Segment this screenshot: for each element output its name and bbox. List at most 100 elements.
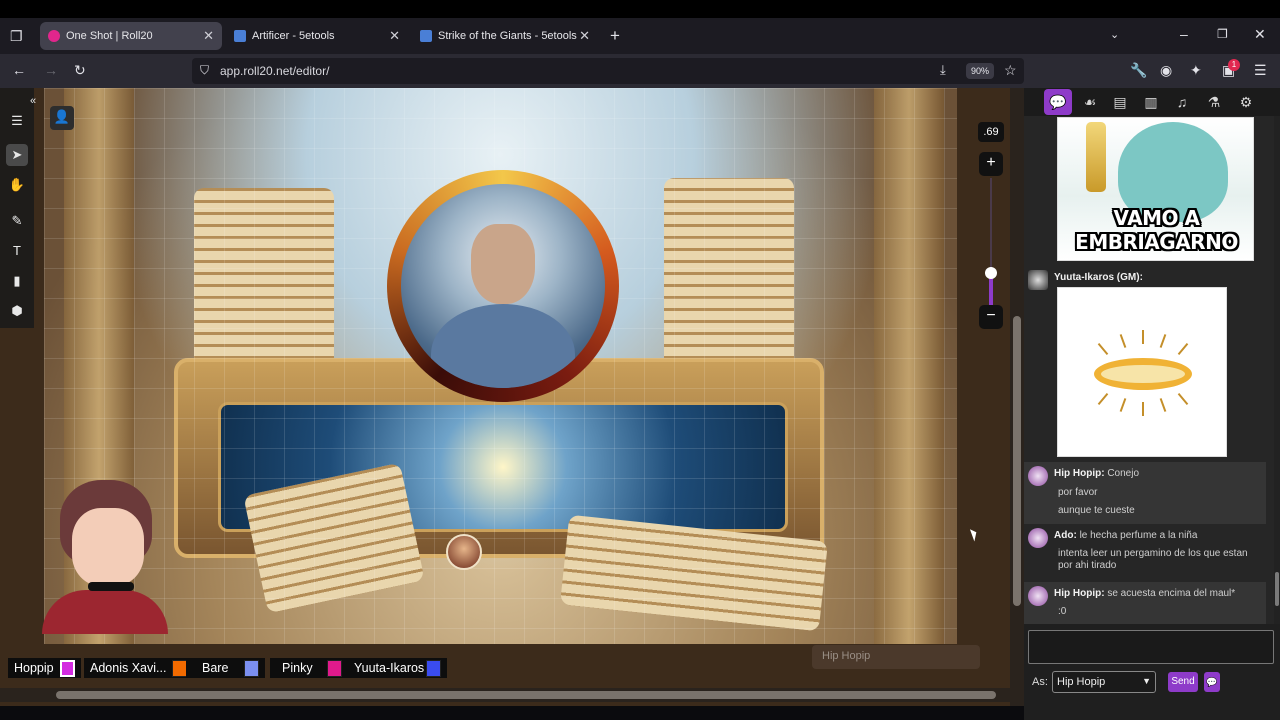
chat-log[interactable]: VAMO A EMBRIAGARNO Yuuta-Ikaros (GM): Hi… [1024, 116, 1274, 624]
halo-ray [1142, 330, 1144, 344]
message-text: intenta leer un pergamino de los que est… [1058, 548, 1248, 571]
chat-message-meme: VAMO A EMBRIAGARNO [1024, 116, 1266, 264]
text-icon[interactable]: T [6, 240, 28, 262]
halo-ray [1159, 398, 1167, 412]
close-icon[interactable]: ✕ [579, 28, 590, 44]
player-pinky[interactable]: Pinky [270, 658, 348, 678]
player-view-icon[interactable]: 👤 [50, 106, 74, 130]
browser-nav-bar: ← → ↻ ⛉ app.roll20.net/editor/ ⤓ 90% ☆ 🔧… [0, 54, 1280, 88]
chat-input[interactable] [1028, 630, 1274, 664]
minimize-icon[interactable]: – [1180, 26, 1188, 42]
halo-ray [1177, 342, 1189, 356]
horizontal-scrollbar[interactable] [0, 688, 1010, 702]
message-author: Hip Hopip: [1054, 468, 1105, 479]
tab-artificer[interactable]: Artificer - 5etools ✕ [226, 22, 408, 50]
npc-portrait-image [401, 184, 605, 388]
player-adonis[interactable]: Adonis Xavi... [84, 658, 194, 678]
horizontal-scroll-thumb[interactable] [56, 691, 996, 699]
bookmark-star-icon[interactable]: ☆ [1004, 62, 1017, 79]
forward-icon[interactable]: → [44, 62, 58, 78]
restore-icon[interactable]: ❐ [1217, 27, 1228, 41]
zoom-badge[interactable]: 90% [966, 63, 994, 79]
player-hoppip[interactable]: Hoppip [8, 658, 81, 678]
player-name: Yuuta-Ikaros [354, 661, 425, 675]
collections-icon[interactable]: ⚗ [1200, 89, 1228, 115]
tab-roll20[interactable]: One Shot | Roll20 ✕ [40, 22, 222, 50]
chat-scrollbar[interactable] [1274, 116, 1280, 624]
os-top-bar [0, 0, 1280, 18]
player-avatar-image[interactable] [38, 478, 168, 634]
journal-icon[interactable]: ▤ [1106, 89, 1134, 115]
meme-bottle [1086, 122, 1106, 192]
meme-image: VAMO A EMBRIAGARNO [1057, 117, 1254, 261]
avatar-collar [88, 582, 134, 591]
player-list: Hoppip Adonis Xavi... Bare Pinky Yuuta-I… [0, 656, 780, 680]
message-author: Yuuta-Ikaros (GM): [1054, 272, 1143, 283]
zoom-in-icon[interactable]: + [979, 152, 1003, 176]
character-token[interactable] [446, 534, 482, 570]
tab-strike-of-the-giants[interactable]: Strike of the Giants - 5etools ✕ [412, 22, 598, 50]
tab-label: One Shot | Roll20 [66, 30, 153, 42]
vertical-scrollbar[interactable] [1010, 88, 1024, 706]
speaking-as-select[interactable]: Hip Hopip ▼ [1052, 671, 1156, 693]
message-text: :0 [1058, 606, 1067, 617]
speaking-as-value: Hip Hopip [1057, 676, 1106, 688]
jukebox-icon[interactable]: ♫ [1168, 89, 1196, 115]
draw-icon[interactable]: ✎ [6, 210, 28, 232]
send-button[interactable]: Send [1168, 672, 1198, 692]
new-tab-icon[interactable]: + [610, 26, 620, 46]
typing-indicator: Hip Hopip [812, 645, 980, 669]
account-icon[interactable]: ◉ [1160, 62, 1172, 79]
message-text: le hecha perfume a la niña [1079, 530, 1198, 541]
tab-list-icon[interactable]: ❐ [10, 28, 23, 45]
url-bar[interactable]: ⛉ app.roll20.net/editor/ ⤓ 90% ☆ [192, 58, 1024, 84]
chevron-down-icon: ▼ [1142, 676, 1151, 686]
map-background-image[interactable] [44, 88, 957, 644]
halo-image [1057, 287, 1227, 457]
close-icon[interactable]: ✕ [203, 28, 214, 44]
reload-icon[interactable]: ↻ [74, 62, 86, 79]
message-author: Ado: [1054, 530, 1077, 541]
wrench-icon[interactable]: 🔧 [1130, 62, 1147, 79]
zoom-out-icon[interactable]: − [979, 305, 1003, 329]
extensions-icon[interactable]: ✦ [1190, 62, 1202, 79]
zoom-slider-thumb[interactable] [985, 267, 997, 279]
shield-icon[interactable]: ⛉ [200, 63, 209, 78]
halo-ray [1177, 392, 1189, 406]
sidebar-tabs: 💬 ☙ ▤ ▥ ♫ ⚗ ⚙ [1024, 88, 1280, 116]
compendium-icon[interactable]: ▥ [1137, 89, 1165, 115]
5etools-favicon-icon [234, 30, 246, 42]
emote-icon[interactable]: 💬 [1204, 672, 1220, 692]
app-menu-icon[interactable]: ☰ [1254, 62, 1267, 79]
select-icon[interactable]: ➤ [6, 144, 28, 166]
settings-icon[interactable]: ⚙ [1232, 89, 1260, 115]
message-first-line: Ado: le hecha perfume a la niña [1054, 530, 1197, 541]
player-color-swatch [426, 659, 442, 677]
vertical-scroll-thumb[interactable] [1013, 316, 1021, 606]
collapse-icon[interactable]: « [26, 90, 40, 110]
npc-portrait-token[interactable] [387, 170, 619, 402]
dice-icon[interactable]: ⬢ [6, 300, 28, 322]
left-toolbar: « ☰ ➤ ✋ ✎ T ▮ ⬢ [0, 88, 36, 328]
player-name: Hoppip [14, 661, 54, 675]
player-bare[interactable]: Bare [186, 658, 266, 678]
avatar [1028, 270, 1048, 290]
window-close-icon[interactable]: ✕ [1254, 26, 1266, 43]
chat-icon[interactable]: 💬 [1044, 89, 1072, 115]
avatar-face [72, 508, 144, 586]
zoom-level-label: .69 [978, 122, 1004, 142]
player-name: Adonis Xavi... [90, 661, 167, 675]
menu-icon[interactable]: ☰ [6, 110, 28, 132]
chevron-down-icon[interactable]: ⌄ [1110, 28, 1119, 41]
message-text: por favor [1058, 487, 1098, 498]
close-icon[interactable]: ✕ [389, 28, 400, 44]
chat-scroll-thumb[interactable] [1275, 572, 1279, 606]
save-page-icon[interactable]: ⤓ [940, 62, 946, 78]
pan-icon[interactable]: ✋ [6, 174, 28, 196]
back-icon[interactable]: ← [12, 62, 26, 78]
art-icon[interactable]: ☙ [1076, 89, 1104, 115]
url-text: app.roll20.net/editor/ [220, 64, 330, 78]
player-yuuta-ikaros[interactable]: Yuuta-Ikaros [348, 658, 448, 678]
ruler-icon[interactable]: ▮ [6, 270, 28, 292]
halo-ray [1097, 342, 1109, 356]
